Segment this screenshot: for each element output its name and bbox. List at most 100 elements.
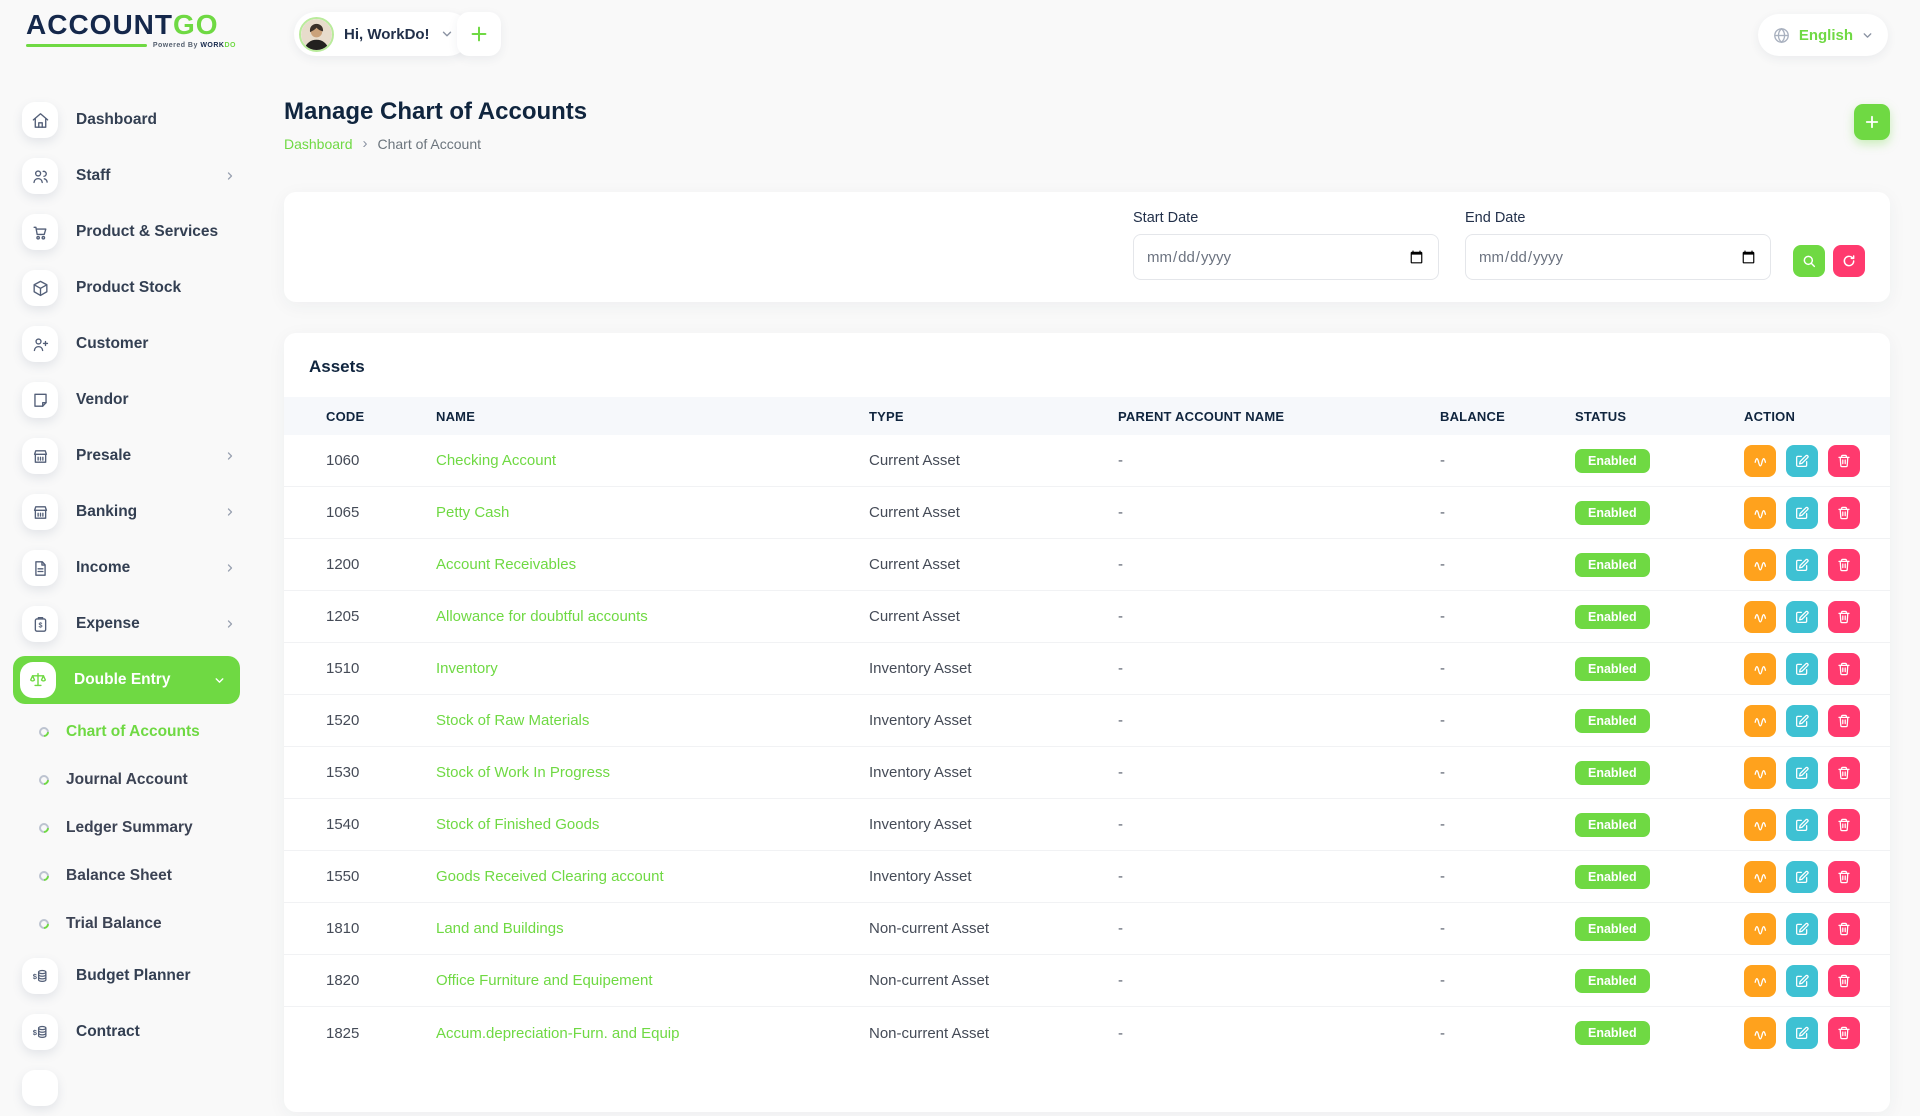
breadcrumb: Dashboard › Chart of Account: [284, 135, 1890, 152]
sidebar-item-contract[interactable]: $ Contract: [0, 1004, 260, 1060]
account-name-link[interactable]: Stock of Finished Goods: [436, 816, 599, 833]
delete-button[interactable]: [1828, 1017, 1860, 1049]
delete-button[interactable]: [1828, 549, 1860, 581]
account-name-link[interactable]: Checking Account: [436, 452, 556, 469]
activity-button[interactable]: [1744, 757, 1776, 789]
sidebar-item-label: Budget Planner: [76, 967, 260, 985]
activity-button[interactable]: [1744, 497, 1776, 529]
sidebar-item-product-stock[interactable]: Product Stock: [0, 260, 260, 316]
table-row: 1825Accum.depreciation-Furn. and EquipNo…: [284, 1007, 1890, 1059]
edit-button[interactable]: [1786, 757, 1818, 789]
user-avatar: [299, 17, 334, 52]
delete-button[interactable]: [1828, 705, 1860, 737]
edit-button[interactable]: [1786, 809, 1818, 841]
start-date-group: Start Date: [1133, 210, 1439, 302]
app-logo[interactable]: ACCOUNTGO Powered By WORKDO: [26, 10, 236, 49]
edit-button[interactable]: [1786, 965, 1818, 997]
activity-button[interactable]: [1744, 705, 1776, 737]
account-type: Current Asset: [869, 608, 1118, 625]
sidebar-item-vendor[interactable]: Vendor: [0, 372, 260, 428]
activity-button[interactable]: [1744, 1017, 1776, 1049]
sidebar-item-income[interactable]: Income: [0, 540, 260, 596]
edit-button[interactable]: [1786, 601, 1818, 633]
edit-button[interactable]: [1786, 445, 1818, 477]
account-balance: -: [1440, 712, 1575, 729]
chevron-right-icon: [224, 562, 236, 574]
account-name-link[interactable]: Accum.depreciation-Furn. and Equip: [436, 1025, 679, 1042]
account-name-link[interactable]: Inventory: [436, 660, 498, 677]
activity-button[interactable]: [1744, 653, 1776, 685]
activity-button[interactable]: [1744, 445, 1776, 477]
delete-button[interactable]: [1828, 757, 1860, 789]
sidebar-item-label: Presale: [76, 447, 206, 465]
account-name-link[interactable]: Office Furniture and Equipement: [436, 972, 653, 989]
language-selector[interactable]: English: [1758, 14, 1888, 56]
breadcrumb-home-link[interactable]: Dashboard: [284, 136, 353, 152]
edit-icon: [1794, 973, 1810, 989]
sidebar-subitem-trial-balance[interactable]: Trial Balance: [0, 900, 260, 948]
activity-button[interactable]: [1744, 601, 1776, 633]
globe-icon: [1772, 26, 1791, 45]
search-button[interactable]: [1793, 245, 1825, 277]
delete-button[interactable]: [1828, 601, 1860, 633]
delete-button[interactable]: [1828, 809, 1860, 841]
sidebar-subitem-label: Balance Sheet: [66, 867, 172, 885]
edit-button[interactable]: [1786, 861, 1818, 893]
sidebar-item-expense[interactable]: $ Expense: [0, 596, 260, 652]
delete-button[interactable]: [1828, 445, 1860, 477]
account-type: Inventory Asset: [869, 868, 1118, 885]
sidebar-item-presale[interactable]: Presale: [0, 428, 260, 484]
parent-account-name: -: [1118, 868, 1440, 885]
table-row: 1060Checking AccountCurrent Asset--Enabl…: [284, 435, 1890, 487]
create-account-button[interactable]: [1854, 104, 1890, 140]
active-menu-pill: Double Entry: [13, 656, 240, 704]
delete-button[interactable]: [1828, 653, 1860, 685]
edit-button[interactable]: [1786, 913, 1818, 945]
account-balance: -: [1440, 1025, 1575, 1042]
status-badge: Enabled: [1575, 865, 1650, 889]
sidebar-subitem-balance-sheet[interactable]: Balance Sheet: [0, 852, 260, 900]
edit-button[interactable]: [1786, 705, 1818, 737]
sidebar-subitem-ledger-summary[interactable]: Ledger Summary: [0, 804, 260, 852]
account-name-link[interactable]: Stock of Raw Materials: [436, 712, 589, 729]
edit-button[interactable]: [1786, 653, 1818, 685]
activity-button[interactable]: [1744, 809, 1776, 841]
end-date-input[interactable]: [1465, 234, 1771, 280]
row-actions: [1744, 861, 1890, 893]
delete-button[interactable]: [1828, 965, 1860, 997]
sidebar-item-double-entry[interactable]: Double Entry: [0, 652, 260, 708]
sidebar-item-customer[interactable]: Customer: [0, 316, 260, 372]
account-name-link[interactable]: Land and Buildings: [436, 920, 564, 937]
account-name-link[interactable]: Goods Received Clearing account: [436, 868, 664, 885]
sidebar-subitem-journal-account[interactable]: Journal Account: [0, 756, 260, 804]
sidebar-item-partial[interactable]: [0, 1060, 260, 1116]
reset-button[interactable]: [1833, 245, 1865, 277]
edit-icon: [1794, 557, 1810, 573]
activity-button[interactable]: [1744, 549, 1776, 581]
activity-button[interactable]: [1744, 913, 1776, 945]
delete-button[interactable]: [1828, 861, 1860, 893]
sidebar-subitem-chart-of-accounts[interactable]: Chart of Accounts: [0, 708, 260, 756]
quick-add-button[interactable]: [457, 12, 501, 56]
sidebar-item-product-services[interactable]: Product & Services: [0, 204, 260, 260]
account-name-link[interactable]: Allowance for doubtful accounts: [436, 608, 648, 625]
sidebar-item-banking[interactable]: Banking: [0, 484, 260, 540]
account-name-link[interactable]: Petty Cash: [436, 504, 509, 521]
delete-button[interactable]: [1828, 497, 1860, 529]
delete-button[interactable]: [1828, 913, 1860, 945]
sidebar-item-label: Double Entry: [74, 671, 195, 689]
edit-icon: [1794, 661, 1810, 677]
user-menu[interactable]: Hi, WorkDo!: [294, 12, 470, 56]
activity-button[interactable]: [1744, 861, 1776, 893]
edit-button[interactable]: [1786, 1017, 1818, 1049]
sidebar-item-dashboard[interactable]: Dashboard: [0, 92, 260, 148]
account-name-link[interactable]: Account Receivables: [436, 556, 576, 573]
edit-icon: [1794, 817, 1810, 833]
account-name-link[interactable]: Stock of Work In Progress: [436, 764, 610, 781]
start-date-input[interactable]: [1133, 234, 1439, 280]
activity-button[interactable]: [1744, 965, 1776, 997]
sidebar-item-staff[interactable]: Staff: [0, 148, 260, 204]
sidebar-item-budget-planner[interactable]: $ Budget Planner: [0, 948, 260, 1004]
edit-button[interactable]: [1786, 549, 1818, 581]
edit-button[interactable]: [1786, 497, 1818, 529]
